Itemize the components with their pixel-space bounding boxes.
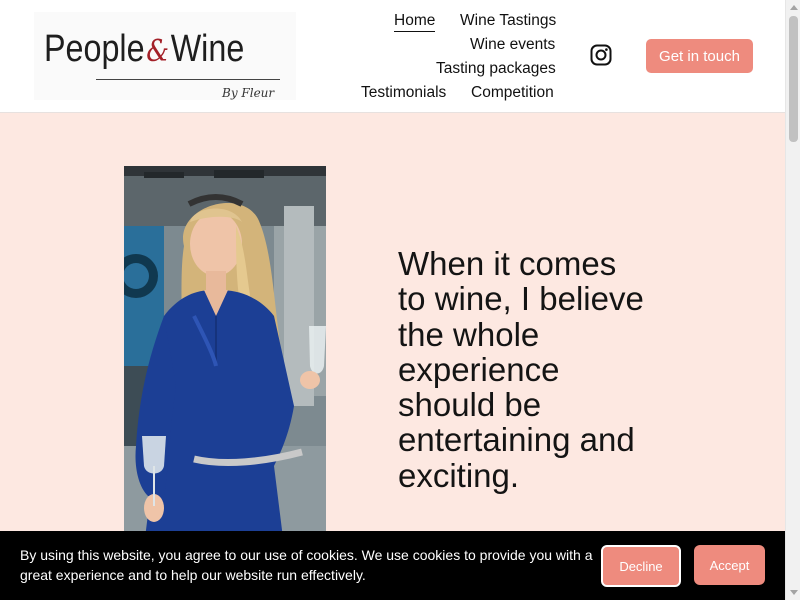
logo-wordmark: People&Wine <box>44 30 244 68</box>
cookie-banner: By using this website, you agree to our … <box>0 531 785 600</box>
scroll-down-arrow-icon[interactable] <box>790 590 798 595</box>
logo-underline <box>96 79 280 80</box>
logo-word-wine: Wine <box>170 28 245 70</box>
site-logo[interactable]: People&Wine By Fleur <box>34 12 296 100</box>
page-scrollbar[interactable] <box>785 0 800 600</box>
logo-word-people: People <box>44 28 145 70</box>
nav-testimonials[interactable]: Testimonials <box>361 83 446 103</box>
scrollbar-thumb[interactable] <box>789 16 798 142</box>
nav-competition[interactable]: Competition <box>471 83 554 103</box>
hero-photo <box>124 166 326 546</box>
cookie-banner-text: By using this website, you agree to our … <box>20 547 593 583</box>
logo-subtitle: By Fleur <box>222 86 275 100</box>
accept-cookies-button[interactable]: Accept <box>694 545 765 585</box>
hero-heading: When it comes to wine, I believe the who… <box>398 245 644 494</box>
logo-ampersand: & <box>146 34 169 69</box>
nav-wine-events[interactable]: Wine events <box>470 35 555 55</box>
scroll-up-arrow-icon[interactable] <box>790 5 798 10</box>
nav-tasting-packages[interactable]: Tasting packages <box>436 59 556 79</box>
get-in-touch-button[interactable]: Get in touch <box>646 39 753 73</box>
nav-home[interactable]: Home <box>394 11 436 32</box>
decline-cookies-button[interactable]: Decline <box>601 545 681 587</box>
instagram-icon[interactable] <box>590 44 612 66</box>
site-header: People&Wine By Fleur Home Wine Tastings … <box>0 0 785 113</box>
nav-wine-tastings[interactable]: Wine Tastings <box>460 11 556 31</box>
